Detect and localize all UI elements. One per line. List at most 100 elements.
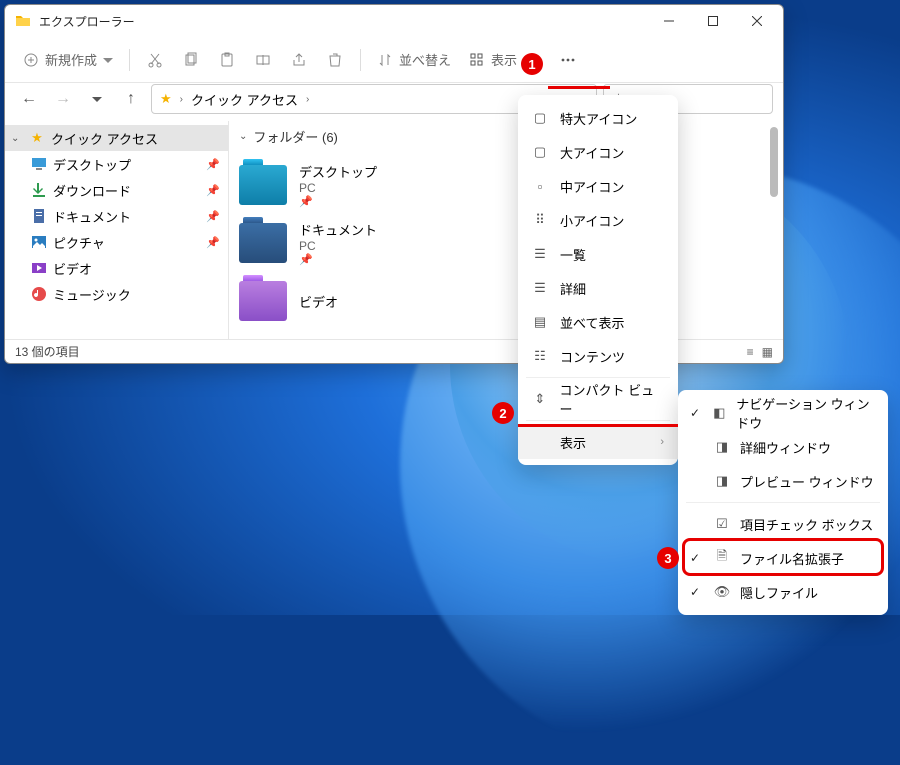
details-view-icon[interactable]: ≡ (747, 345, 754, 359)
group-label: フォルダー (6) (253, 127, 338, 146)
check-icon: ✓ (690, 585, 704, 599)
list-icon: ☰ (532, 246, 548, 262)
view-menu: ▢特大アイコン ▢大アイコン ▫中アイコン ⠿小アイコン ☰一覧 ☰詳細 ▤並べ… (518, 95, 678, 465)
grid-icon: ⠿ (532, 212, 548, 228)
submenu-details-pane[interactable]: ◨詳細ウィンドウ (678, 430, 888, 464)
sort-label: 並べ替え (399, 50, 451, 69)
menu-separator (686, 502, 880, 503)
sidebar-item-downloads[interactable]: ダウンロード 📌 (5, 177, 228, 203)
rename-button[interactable] (246, 43, 280, 77)
music-icon (31, 286, 47, 302)
submenu-item-checkboxes[interactable]: ☑項目チェック ボックス (678, 507, 888, 541)
recent-button[interactable] (83, 85, 111, 113)
menu-large-icons[interactable]: ▢大アイコン (518, 135, 678, 169)
star-icon: ★ (29, 130, 45, 146)
pin-icon: 📌 (299, 253, 377, 266)
callout-3: 3 (657, 547, 679, 569)
compact-icon: ⇕ (532, 391, 548, 407)
view-label: 表示 (491, 50, 517, 69)
folder-icon (239, 281, 287, 321)
menu-tiles[interactable]: ▤並べて表示 (518, 305, 678, 339)
menu-small-icons[interactable]: ⠿小アイコン (518, 203, 678, 237)
share-button[interactable] (282, 43, 316, 77)
chevron-icon: › (180, 94, 183, 105)
folder-item[interactable]: ドキュメント PC 📌 (239, 214, 773, 272)
new-button-label: 新規作成 (45, 50, 97, 69)
folder-item[interactable]: デスクトップ PC 📌 (239, 156, 773, 214)
up-button[interactable]: ↑ (117, 85, 145, 113)
details-icon: ☰ (532, 280, 548, 296)
maximize-button[interactable] (691, 5, 735, 37)
address-root: クイック アクセス (191, 90, 298, 109)
cut-button[interactable] (138, 43, 172, 77)
pin-icon: 📌 (206, 184, 220, 197)
star-icon: ★ (160, 91, 172, 107)
grid-icon: ▫ (532, 178, 548, 194)
pictures-icon (31, 234, 47, 250)
check-icon: ✓ (690, 551, 704, 565)
more-button[interactable] (551, 43, 585, 77)
paste-button[interactable] (210, 43, 244, 77)
pane-icon: ◨ (714, 439, 730, 455)
folder-name: デスクトップ (299, 162, 377, 181)
folder-sub: PC (299, 181, 377, 195)
pin-icon: 📌 (299, 195, 377, 208)
chevron-icon: › (306, 94, 309, 105)
sidebar-label: デスクトップ (53, 155, 131, 174)
menu-list[interactable]: ☰一覧 (518, 237, 678, 271)
folder-icon (15, 13, 31, 29)
scrollbar[interactable] (767, 127, 781, 337)
desktop-icon (31, 156, 47, 172)
document-icon (31, 208, 47, 224)
toolbar: 新規作成 並べ替え 表示 (5, 37, 783, 83)
menu-content[interactable]: ☷コンテンツ (518, 339, 678, 373)
download-icon (31, 182, 47, 198)
sort-button[interactable]: 並べ替え (369, 43, 459, 77)
window-title: エクスプローラー (39, 13, 647, 30)
submenu-preview-pane[interactable]: ◨プレビュー ウィンドウ (678, 464, 888, 498)
folder-name: ドキュメント (299, 220, 377, 239)
minimize-button[interactable] (647, 5, 691, 37)
pane-icon: ◨ (714, 473, 730, 489)
submenu-hidden-files[interactable]: ✓👁隠しファイル (678, 575, 888, 609)
pin-icon: 📌 (206, 158, 220, 171)
sidebar-item-pictures[interactable]: ピクチャ 📌 (5, 229, 228, 255)
menu-details[interactable]: ☰詳細 (518, 271, 678, 305)
sidebar-item-desktop[interactable]: デスクトップ 📌 (5, 151, 228, 177)
submenu-nav-pane[interactable]: ✓◧ナビゲーション ウィンドウ (678, 396, 888, 430)
new-button[interactable]: 新規作成 (15, 43, 121, 77)
back-button[interactable]: ← (15, 85, 43, 113)
eye-icon: 👁 (714, 584, 730, 600)
folder-item[interactable]: ビデオ (239, 272, 773, 330)
folder-icon (239, 165, 287, 205)
menu-separator (526, 377, 670, 378)
pane-icon: ◧ (712, 405, 726, 421)
icons-view-icon[interactable]: ▦ (762, 345, 773, 359)
sidebar-root-label: クイック アクセス (51, 129, 158, 148)
sidebar-item-music[interactable]: ミュージック (5, 281, 228, 307)
pin-icon: 📌 (206, 210, 220, 223)
submenu-file-extensions[interactable]: ✓🗎ファイル名拡張子 (678, 541, 888, 575)
grid-icon: ▢ (532, 144, 548, 160)
folder-sub: PC (299, 239, 377, 253)
delete-button[interactable] (318, 43, 352, 77)
sidebar-quickaccess[interactable]: ⌄ ★ クイック アクセス (5, 125, 228, 151)
sidebar-label: ドキュメント (53, 207, 131, 226)
menu-compact-view[interactable]: ⇕コンパクト ビュー (518, 382, 678, 416)
content-icon: ☷ (532, 348, 548, 364)
file-icon: 🗎 (714, 550, 730, 566)
forward-button[interactable]: → (49, 85, 77, 113)
group-header[interactable]: ⌄ フォルダー (6) (239, 127, 773, 146)
menu-extra-large-icons[interactable]: ▢特大アイコン (518, 101, 678, 135)
sidebar-item-documents[interactable]: ドキュメント 📌 (5, 203, 228, 229)
separator (360, 49, 361, 71)
chevron-down-icon: ⌄ (11, 133, 23, 144)
highlight-line (548, 86, 610, 89)
content-area: ⌄ フォルダー (6) デスクトップ PC 📌 ドキュメント PC (229, 121, 783, 339)
menu-medium-icons[interactable]: ▫中アイコン (518, 169, 678, 203)
menu-show-submenu[interactable]: 表示› (518, 425, 678, 459)
copy-button[interactable] (174, 43, 208, 77)
close-button[interactable] (735, 5, 779, 37)
sidebar-item-videos[interactable]: ビデオ (5, 255, 228, 281)
tiles-icon: ▤ (532, 314, 548, 330)
